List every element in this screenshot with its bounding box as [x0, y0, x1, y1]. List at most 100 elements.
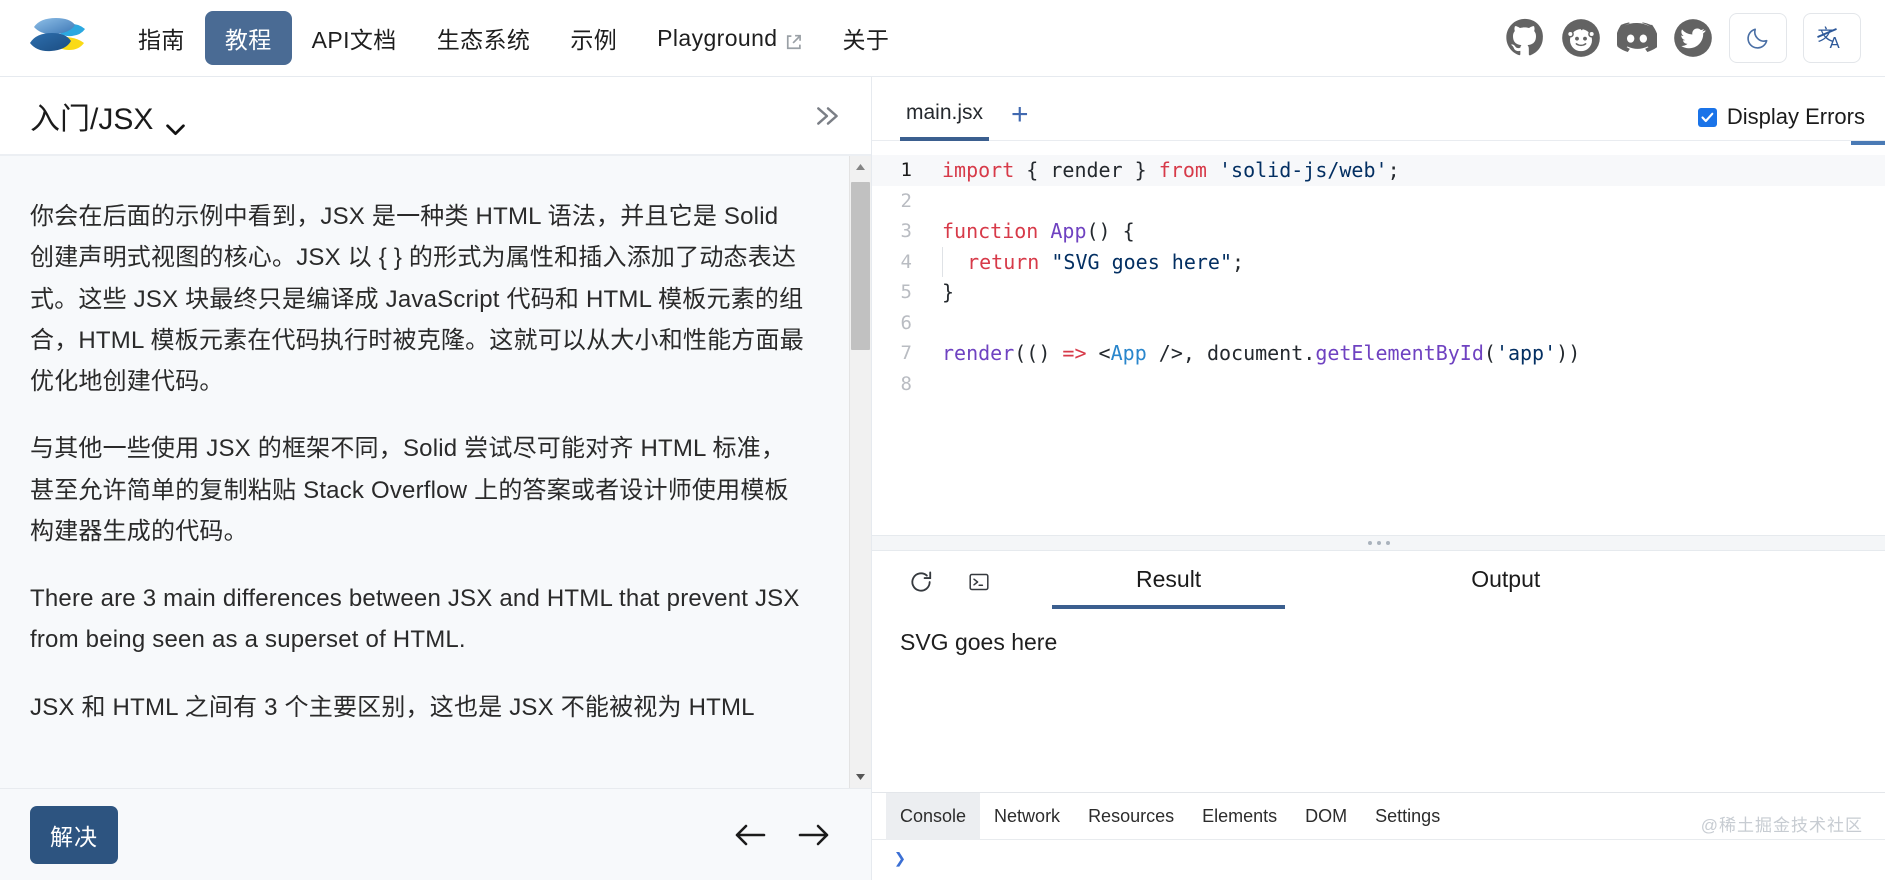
code-line[interactable]: } — [928, 277, 954, 308]
lesson-paragraph: There are 3 main differences between JSX… — [30, 585, 800, 654]
line-number: 8 — [900, 372, 912, 395]
collapse-sidebar-button[interactable] — [811, 99, 845, 133]
code-line[interactable]: return "SVG goes here"; — [942, 246, 1244, 277]
tab-main-jsx[interactable]: main.jsx — [900, 101, 990, 141]
code-token: 'solid-js/web' — [1218, 158, 1388, 182]
page-body: 入门/JSX 你会在后面的示例中看到，JSX 是一种类 HTML 语法，并且它是… — [0, 77, 1885, 880]
lesson-scrollbar[interactable] — [849, 156, 871, 788]
code-line[interactable] — [928, 369, 954, 400]
code-token: } — [1134, 158, 1147, 182]
console-prompt: ❯ — [894, 846, 907, 870]
code-token: } — [942, 280, 955, 304]
nav-item-playground[interactable]: Playground — [637, 15, 822, 62]
code-row[interactable]: 5} — [872, 277, 1885, 308]
nav-item-guide[interactable]: 指南 — [118, 11, 205, 65]
code-row[interactable]: 3 function App() { — [872, 216, 1885, 247]
lesson-footer: 解决 — [0, 788, 871, 880]
code-row[interactable]: 4 return "SVG goes here"; — [872, 246, 1885, 277]
next-lesson-button[interactable] — [797, 820, 831, 850]
discord-icon[interactable] — [1616, 18, 1659, 58]
devtools-panel: Console Network Resources Elements DOM S… — [872, 792, 1885, 880]
result-output: SVG goes here — [872, 613, 1885, 792]
tutorial-pane: 入门/JSX 你会在后面的示例中看到，JSX 是一种类 HTML 语法，并且它是… — [0, 77, 872, 880]
github-icon[interactable] — [1505, 18, 1545, 58]
site-header: 指南 教程 API文档 生态系统 示例 Playground 关于 文 A — [0, 0, 1885, 77]
code-row[interactable]: 6 — [872, 308, 1885, 339]
scrollbar-up-arrow[interactable] — [850, 156, 872, 178]
devtools-tab-console[interactable]: Console — [886, 792, 981, 840]
result-text: SVG goes here — [900, 629, 1058, 655]
playground-pane: main.jsx + Display Errors 1 import { rend… — [872, 77, 1885, 880]
add-file-button[interactable]: + — [1011, 100, 1029, 140]
reddit-icon[interactable] — [1561, 18, 1601, 58]
external-link-icon — [785, 30, 802, 49]
code-token: />, document. — [1146, 341, 1316, 365]
lesson-nav — [733, 820, 831, 850]
lesson-paragraph: 与其他一些使用 JSX 的框架不同，Solid 尝试尽可能对齐 HTML 标准，… — [30, 435, 789, 545]
nav-item-api-docs[interactable]: API文档 — [292, 11, 417, 65]
translate-icon: 文 A — [1817, 26, 1841, 52]
line-number: 5 — [900, 281, 912, 303]
lesson-paragraph: JSX 和 HTML 之间有 3 个主要区别，这也是 JSX 不能被视为 HTM… — [30, 693, 755, 721]
console-input-row[interactable]: ❯ — [872, 840, 1885, 880]
tab-result[interactable]: Result — [1051, 566, 1286, 609]
checkbox-checked-icon — [1697, 107, 1717, 127]
code-row[interactable]: 7 render(() => <App />, document.getEleme… — [872, 338, 1885, 369]
open-console-button[interactable] — [958, 562, 1000, 602]
nav-label: 生态系统 — [436, 27, 531, 53]
code-token: ; — [1387, 158, 1400, 182]
twitter-icon[interactable] — [1673, 18, 1713, 58]
devtools-tab-elements[interactable]: Elements — [1188, 793, 1291, 840]
tab-output[interactable]: Output — [1471, 566, 1540, 599]
dark-mode-toggle[interactable] — [1729, 13, 1787, 63]
nav-item-examples[interactable]: 示例 — [550, 11, 637, 65]
code-token: render — [942, 341, 1015, 365]
code-row[interactable]: 1 import { render } from 'solid-js/web'; — [872, 155, 1885, 186]
lesson-content-wrap: 你会在后面的示例中看到，JSX 是一种类 HTML 语法，并且它是 Solid … — [0, 155, 871, 788]
language-toggle[interactable]: 文 A — [1803, 13, 1861, 63]
nav-item-tutorial[interactable]: 教程 — [204, 11, 292, 65]
code-line[interactable] — [928, 308, 954, 339]
devtools-tab-settings[interactable]: Settings — [1361, 793, 1454, 840]
previous-lesson-button[interactable] — [733, 820, 767, 850]
scrollbar-down-arrow[interactable] — [850, 766, 872, 788]
lesson-header: 入门/JSX — [0, 77, 871, 155]
terminal-icon — [969, 573, 989, 591]
devtools-tab-resources[interactable]: Resources — [1074, 793, 1188, 840]
devtools-tab-network[interactable]: Network — [980, 793, 1074, 840]
editor-accent-bar — [1851, 141, 1885, 145]
nav-label: API文档 — [311, 27, 397, 53]
handle-dot — [1376, 541, 1381, 545]
line-number: 1 — [900, 159, 912, 181]
editor-tabbar: main.jsx + Display Errors — [872, 77, 1885, 141]
code-token: => — [1062, 341, 1087, 365]
split-resize-handle[interactable] — [872, 535, 1885, 551]
nav-item-about[interactable]: 关于 — [822, 11, 909, 65]
line-number: 2 — [900, 189, 912, 212]
code-editor[interactable]: 1 import { render } from 'solid-js/web'; 2… — [872, 141, 1885, 535]
scrollbar-thumb[interactable] — [851, 182, 870, 350]
nav-item-ecosystem[interactable]: 生态系统 — [417, 11, 551, 65]
refresh-button[interactable] — [900, 562, 942, 602]
lesson-selector[interactable]: 入门/JSX — [30, 94, 186, 138]
code-token: import — [942, 158, 1015, 182]
code-row[interactable]: 8 — [872, 369, 1885, 400]
devtools-tab-dom[interactable]: DOM — [1291, 793, 1361, 840]
scrollbar-track[interactable] — [850, 178, 871, 766]
code-line[interactable]: function App() { — [928, 216, 1135, 247]
display-errors-toggle[interactable]: Display Errors — [1697, 104, 1865, 140]
solve-button[interactable]: 解决 — [30, 805, 118, 864]
code-row[interactable]: 2 — [872, 186, 1885, 217]
code-line[interactable]: import { render } from 'solid-js/web'; — [928, 155, 1400, 186]
handle-dot — [1367, 541, 1372, 545]
code-token: "SVG goes here" — [1051, 249, 1233, 274]
moon-icon — [1747, 28, 1768, 49]
arrow-right-icon — [798, 824, 829, 845]
svg-text:A: A — [1830, 34, 1841, 52]
solid-js-logo[interactable] — [28, 15, 90, 61]
code-line[interactable] — [928, 186, 954, 217]
code-line[interactable]: render(() => <App />, document.getElemen… — [928, 338, 1580, 369]
watermark: @稀土掘金技术社区 — [1700, 816, 1863, 835]
